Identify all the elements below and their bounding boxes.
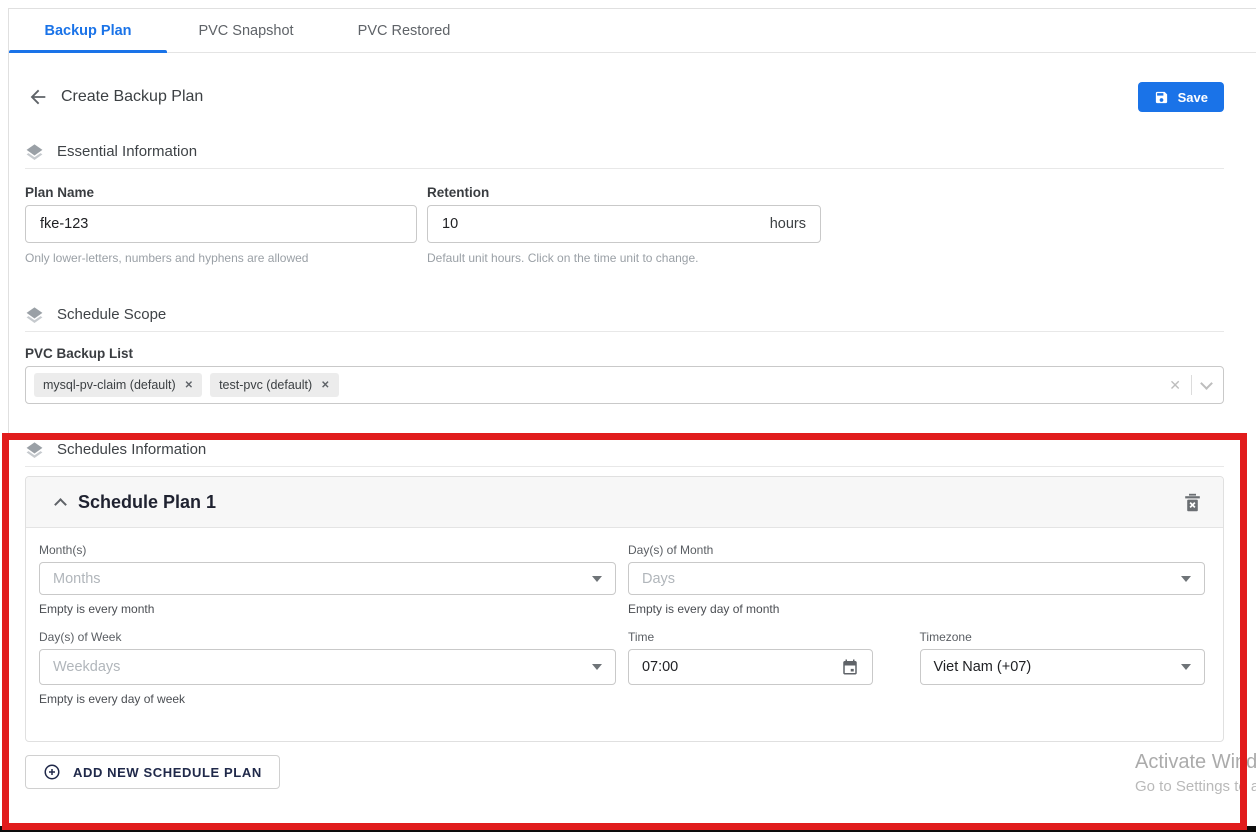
- section-divider: [25, 168, 1224, 169]
- plan-name-field: [25, 205, 417, 243]
- days-placeholder: Days: [642, 571, 675, 587]
- days-of-month-label: Day(s) of Month: [628, 543, 1205, 557]
- tab-label: PVC Restored: [358, 23, 451, 39]
- pvc-backup-list-select[interactable]: mysql-pv-claim (default) ✕ test-pvc (def…: [25, 366, 1224, 404]
- section-divider: [25, 331, 1224, 332]
- delete-schedule-plan-icon[interactable]: [1184, 493, 1201, 512]
- chevron-down-icon[interactable]: [1200, 377, 1213, 390]
- days-of-week-label: Day(s) of Week: [39, 630, 616, 644]
- pvc-backup-list-label: PVC Backup List: [25, 346, 1224, 361]
- dropdown-arrow-icon: [1181, 576, 1191, 582]
- pvc-chip: mysql-pv-claim (default) ✕: [34, 373, 202, 397]
- retention-label: Retention: [427, 185, 821, 200]
- timezone-select[interactable]: Viet Nam (+07): [920, 649, 1205, 685]
- content-panel: Backup Plan PVC Snapshot PVC Restored Cr…: [8, 8, 1256, 826]
- pvc-chip: test-pvc (default) ✕: [210, 373, 338, 397]
- pvc-chip-label: test-pvc (default): [219, 378, 312, 392]
- timezone-value: Viet Nam (+07): [934, 659, 1032, 675]
- days-of-month-select[interactable]: Days: [628, 562, 1205, 595]
- section-schedules-information: Schedules Information: [25, 440, 1224, 459]
- tab-label: Backup Plan: [44, 23, 131, 39]
- months-select[interactable]: Months: [39, 562, 616, 595]
- screen-edge-strip: [0, 826, 1256, 832]
- dropdown-arrow-icon: [592, 576, 602, 582]
- time-value: 07:00: [642, 659, 678, 675]
- section-title-text: Essential Information: [57, 143, 197, 160]
- months-label: Month(s): [39, 543, 616, 557]
- plan-name-hint: Only lower-letters, numbers and hyphens …: [25, 251, 417, 265]
- save-button[interactable]: Save: [1138, 82, 1224, 112]
- save-button-label: Save: [1178, 90, 1208, 105]
- add-button-label: ADD NEW SCHEDULE PLAN: [73, 765, 262, 780]
- weekdays-placeholder: Weekdays: [53, 659, 120, 675]
- days-of-week-hint: Empty is every day of week: [39, 692, 616, 706]
- back-arrow-icon[interactable]: [25, 84, 51, 110]
- layers-icon: [25, 305, 44, 324]
- retention-unit-toggle[interactable]: hours: [770, 216, 806, 232]
- tab-pvc-snapshot[interactable]: PVC Snapshot: [167, 9, 325, 52]
- plus-circle-icon: [43, 763, 61, 781]
- section-title-text: Schedules Information: [57, 441, 206, 458]
- retention-input[interactable]: [442, 216, 770, 232]
- clear-all-icon[interactable]: ✕: [1169, 378, 1181, 392]
- save-icon: [1154, 90, 1169, 105]
- days-of-week-select[interactable]: Weekdays: [39, 649, 616, 685]
- section-schedule-scope: Schedule Scope: [25, 305, 1224, 324]
- months-hint: Empty is every month: [39, 602, 616, 616]
- plan-name-input[interactable]: [40, 216, 402, 232]
- time-label: Time: [628, 630, 873, 644]
- page-title: Create Backup Plan: [61, 88, 203, 106]
- layers-icon: [25, 440, 44, 459]
- section-title-text: Schedule Scope: [57, 306, 166, 323]
- schedule-plan-title: Schedule Plan 1: [78, 492, 216, 513]
- section-essential-information: Essential Information: [25, 142, 1224, 161]
- months-placeholder: Months: [53, 571, 101, 587]
- dropdown-arrow-icon: [1181, 664, 1191, 670]
- collapse-chevron-icon[interactable]: [54, 498, 67, 511]
- page-header: Create Backup Plan Save: [25, 82, 1224, 112]
- dropdown-arrow-icon: [592, 664, 602, 670]
- pvc-chip-label: mysql-pv-claim (default): [43, 378, 176, 392]
- plan-name-label: Plan Name: [25, 185, 417, 200]
- chip-remove-icon[interactable]: ✕: [185, 380, 193, 391]
- tab-bar: Backup Plan PVC Snapshot PVC Restored: [9, 9, 1256, 53]
- chip-remove-icon[interactable]: ✕: [321, 380, 329, 391]
- layers-icon: [25, 142, 44, 161]
- schedule-plan-card: Schedule Plan 1 Month(s): [25, 476, 1224, 742]
- timezone-label: Timezone: [920, 630, 1205, 644]
- schedule-plan-header: Schedule Plan 1: [26, 477, 1223, 528]
- add-new-schedule-plan-button[interactable]: ADD NEW SCHEDULE PLAN: [25, 755, 280, 789]
- page: Backup Plan PVC Snapshot PVC Restored Cr…: [0, 0, 1256, 832]
- section-divider: [25, 466, 1224, 467]
- tab-pvc-restored[interactable]: PVC Restored: [325, 9, 483, 52]
- tab-backup-plan[interactable]: Backup Plan: [9, 9, 167, 52]
- separator: [1191, 375, 1192, 395]
- time-input[interactable]: 07:00: [628, 649, 873, 685]
- calendar-icon[interactable]: [841, 658, 859, 676]
- retention-hint: Default unit hours. Click on the time un…: [427, 251, 821, 265]
- days-of-month-hint: Empty is every day of month: [628, 602, 1205, 616]
- tab-label: PVC Snapshot: [198, 23, 293, 39]
- retention-field: hours: [427, 205, 821, 243]
